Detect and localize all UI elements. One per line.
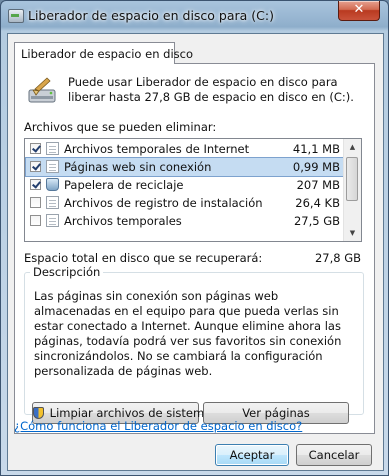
clean-system-files-label: Limpiar archivos de sistema (49, 406, 212, 420)
dialog-client-area: Liberador de espacio en disco Puede usar… (7, 33, 384, 471)
list-item-name: Archivos de registro de instalación (64, 196, 263, 210)
files-to-delete-label: Archivos que se pueden eliminar: (24, 120, 216, 134)
list-item-size: 26,4 KB (295, 196, 340, 210)
drive-cleanup-icon (28, 77, 56, 103)
checkbox-temporary-internet-files[interactable] (30, 143, 41, 154)
disk-cleanup-icon (8, 9, 24, 23)
total-space-value: 27,8 GB (314, 251, 361, 265)
files-to-delete-list[interactable]: Archivos temporales de Internet 41,1 MB … (24, 138, 362, 242)
checkbox-recycle-bin[interactable] (30, 179, 41, 190)
cancel-button[interactable]: Cancelar (296, 444, 372, 466)
list-item-name: Páginas web sin conexión (64, 160, 212, 174)
scroll-down-icon[interactable]: ▼ (344, 225, 361, 241)
close-button[interactable]: ✕ (338, 1, 380, 21)
list-item[interactable]: Páginas web sin conexión 0,99 MB (25, 157, 345, 177)
offline-pages-icon (46, 160, 59, 173)
files-to-delete-label-text: Archivos que se pueden eliminar: (24, 120, 217, 134)
scroll-up-icon[interactable]: ▲ (344, 139, 361, 155)
recycle-bin-icon (46, 178, 59, 191)
disk-cleanup-window: Liberador de espacio en disco para (C:) … (0, 0, 389, 476)
intro-text: Puede usar Liberador de espacio en disco… (68, 75, 354, 104)
close-icon: ✕ (353, 2, 365, 17)
description-title: Descripción (30, 265, 104, 279)
uac-shield-icon (33, 407, 44, 419)
cancel-label: Cancelar (308, 448, 360, 462)
ok-button[interactable]: Aceptar (215, 444, 289, 466)
list-item[interactable]: Archivos temporales 27,5 GB (26, 212, 344, 230)
file-icon (46, 196, 59, 209)
folder-lock-icon (46, 142, 59, 155)
checkbox-setup-log-files[interactable] (30, 197, 41, 208)
description-text: Las páginas sin conexión son páginas web… (34, 289, 342, 378)
list-item-size: 0,99 MB (292, 160, 340, 174)
title-bar[interactable]: Liberador de espacio en disco para (C:) … (1, 1, 388, 31)
scroll-thumb[interactable] (346, 157, 358, 201)
view-pages-label: Ver páginas (242, 406, 310, 420)
tab-panel: Puede usar Liberador de espacio en disco… (14, 63, 375, 434)
list-item-name: Archivos temporales de Internet (64, 142, 250, 156)
checkbox-offline-web-pages[interactable] (30, 161, 41, 172)
list-item-size: 27,5 GB (293, 214, 340, 228)
file-icon (46, 214, 59, 227)
tab-disk-cleanup[interactable]: Liberador de espacio en disco (14, 42, 193, 64)
list-item[interactable]: Papelera de reciclaje 207 MB (26, 176, 344, 194)
list-item-name: Archivos temporales (64, 214, 182, 228)
window-title: Liberador de espacio en disco para (C:) (28, 8, 274, 23)
list-item-size: 207 MB (296, 178, 340, 192)
list-item-size: 41,1 MB (292, 142, 340, 156)
checkbox-temporary-files[interactable] (30, 215, 41, 226)
list-scrollbar[interactable]: ▲ ▼ (343, 139, 361, 241)
list-item-name: Papelera de reciclaje (64, 178, 184, 192)
help-link[interactable]: ¿Cómo funciona el Liberador de espacio e… (14, 419, 302, 433)
ok-label: Aceptar (229, 448, 275, 462)
list-item[interactable]: Archivos de registro de instalación 26,4… (26, 194, 344, 212)
description-group: Descripción Las páginas sin conexión son… (24, 265, 364, 415)
list-item[interactable]: Archivos temporales de Internet 41,1 MB (26, 140, 344, 158)
total-space-label: Espacio total en disco que se recuperará… (24, 251, 263, 265)
